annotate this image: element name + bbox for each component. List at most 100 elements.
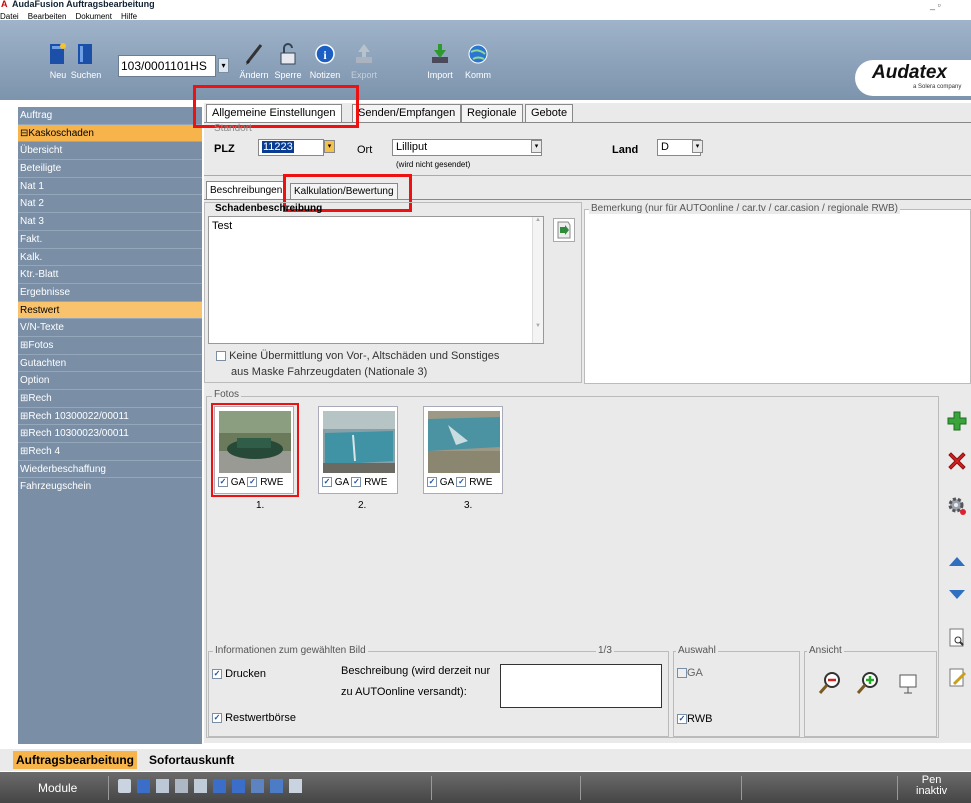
highlight-box-photo <box>211 403 299 497</box>
sidebar-item[interactable]: V/N-Texte <box>18 319 202 337</box>
auswahl-rwb-row[interactable]: ✓ RWB <box>677 713 712 725</box>
land-label: Land <box>612 144 639 156</box>
sidebar-item[interactable]: ⊞Rech 10300023/00011 <box>18 425 202 444</box>
info-counter: 1/3 <box>596 645 614 656</box>
sidebar-item[interactable]: ⊞Rech <box>18 390 202 408</box>
sidebar-item[interactable]: ⊞Rech 10300022/00011 <box>18 407 202 426</box>
beschreibung-input[interactable] <box>500 664 662 708</box>
edit-document-icon[interactable] <box>946 667 968 689</box>
tab-gebote[interactable]: Gebote <box>525 104 574 123</box>
sidebar-item[interactable]: ⊟Kaskoschaden <box>18 124 202 143</box>
highlight-box <box>193 85 359 128</box>
export-icon <box>356 44 372 63</box>
quick-launch-icon[interactable] <box>232 779 245 793</box>
tab-senden-empfangen[interactable]: Senden/Empfangen <box>352 104 462 123</box>
bemerkung-textarea[interactable] <box>584 209 971 384</box>
app-logo-icon: A <box>1 0 8 9</box>
bottom-tab-bar: Auftragsbearbeitung Sofortauskunft <box>0 749 971 771</box>
info-icon: i <box>315 44 335 64</box>
land-dropdown-button[interactable]: ▾ <box>692 140 703 153</box>
delete-photo-icon[interactable] <box>946 450 968 472</box>
sidebar-background <box>18 494 202 744</box>
tab-auftragsbearbeitung[interactable]: Auftragsbearbeitung <box>13 751 138 769</box>
sidebar-item[interactable]: Auftrag <box>18 107 202 125</box>
presentation-icon[interactable] <box>896 672 920 696</box>
sidebar-item[interactable]: Fakt. <box>18 230 202 249</box>
plz-label: PLZ <box>214 143 235 155</box>
title-bar: A AudaFusion Auftragsbearbeitung _ ▫ <box>0 0 971 10</box>
beschreibung-label-1: Beschreibung (wird derzeit nur <box>341 665 491 677</box>
subtab-beschreibungen[interactable]: Beschreibungen <box>206 181 287 199</box>
quick-launch-icon[interactable] <box>251 779 264 793</box>
quick-launch-icon[interactable] <box>270 779 283 793</box>
lock-icon <box>280 43 296 65</box>
car-photo-3 <box>428 411 500 473</box>
sidebar-item[interactable]: Wiederbeschaffung <box>18 460 202 479</box>
photo-2-number: 2. <box>358 500 367 511</box>
ort-field[interactable]: Lilliput <box>392 139 542 156</box>
quick-launch-icon[interactable] <box>194 779 207 793</box>
brand-logo: Audatex a Solera company <box>855 60 971 96</box>
sidebar-item[interactable]: Restwert <box>18 301 202 320</box>
photo-2[interactable]: ✓ GA ✓ RWE <box>318 406 398 494</box>
window-title: AudaFusion Auftragsbearbeitung <box>12 0 155 9</box>
fotos-title: Fotos <box>212 389 242 400</box>
quick-launch-icon[interactable] <box>137 779 150 793</box>
status-bar: Module Pen inaktiv <box>0 772 971 803</box>
module-button[interactable]: Module <box>38 781 77 795</box>
quick-launch-icon[interactable] <box>156 779 169 793</box>
sidebar-item[interactable]: Kalk. <box>18 248 202 267</box>
sidebar-item[interactable]: Nat 3 <box>18 213 202 231</box>
sidebar: Auftrag ⊟Kaskoschaden Übersicht Beteiligte N… <box>18 107 202 497</box>
tab-sofortauskunft[interactable]: Sofortauskunft <box>146 751 237 769</box>
pen-status: Pen inaktiv <box>916 774 948 797</box>
quick-launch-icon[interactable] <box>175 779 188 793</box>
photo-1-number: 1. <box>256 500 265 511</box>
move-down-icon[interactable] <box>946 582 968 604</box>
ort-label: Ort <box>357 144 373 156</box>
order-dropdown-button[interactable]: ▾ <box>218 58 229 73</box>
drucken-row[interactable]: ✓ Drucken <box>212 668 266 680</box>
globe-icon <box>468 44 488 64</box>
restwertboerse-row[interactable]: ✓ Restwertbörse <box>212 712 296 724</box>
plz-field[interactable]: 11223 <box>258 139 324 156</box>
preview-icon[interactable] <box>946 627 968 649</box>
sidebar-item[interactable]: Nat 1 <box>18 177 202 196</box>
search-icon <box>78 44 92 64</box>
photo-3[interactable]: ✓ GA ✓ RWE <box>423 406 503 494</box>
menu-bar: Datei Bearbeiten Dokument Hilfe <box>0 10 971 21</box>
sidebar-item[interactable]: Gutachten <box>18 354 202 373</box>
schaden-group <box>204 202 582 383</box>
sidebar-item[interactable]: ⊞Rech 4 <box>18 443 202 461</box>
quick-launch-icon[interactable] <box>118 779 131 793</box>
car-photo-2 <box>323 411 395 473</box>
bemerkung-title: Bemerkung (nur für AUTOonline / car.tv /… <box>589 203 900 214</box>
import-button[interactable]: Import <box>420 42 460 92</box>
ort-dropdown-button[interactable]: ▾ <box>531 140 542 153</box>
quick-launch-icon[interactable] <box>289 779 302 793</box>
sidebar-item[interactable]: Nat 2 <box>18 195 202 214</box>
sidebar-item[interactable]: ⊞Fotos <box>18 336 202 355</box>
search-button[interactable]: Suchen <box>66 42 106 92</box>
tab-regionale[interactable]: Regionale <box>461 104 523 123</box>
quick-launch-icon[interactable] <box>213 779 226 793</box>
sidebar-item[interactable]: Option <box>18 372 202 390</box>
pen-icon <box>245 44 263 65</box>
ansicht-title: Ansicht <box>807 645 844 656</box>
auswahl-ga-row[interactable]: GA <box>677 667 703 679</box>
move-up-icon[interactable] <box>946 552 968 574</box>
standort-group-title: Standort <box>214 123 252 134</box>
plz-dropdown-button[interactable]: ▾ <box>324 140 335 153</box>
settings-gear-icon[interactable] <box>946 495 968 517</box>
zoom-out-icon[interactable] <box>817 670 843 696</box>
window-controls[interactable]: _ ▫ <box>930 0 941 10</box>
comm-button[interactable]: Komm <box>458 42 498 92</box>
sidebar-item[interactable]: Übersicht <box>18 142 202 161</box>
zoom-in-icon[interactable] <box>855 670 881 696</box>
sidebar-item[interactable]: Beteiligte <box>18 160 202 178</box>
order-number-field[interactable]: 103/0001101HS <box>118 55 216 77</box>
sidebar-item[interactable]: Ergebnisse <box>18 283 202 302</box>
add-photo-icon[interactable] <box>946 410 968 432</box>
info-title: Informationen zum gewählten Bild <box>213 645 368 656</box>
sidebar-item[interactable]: Ktr.-Blatt <box>18 266 202 284</box>
